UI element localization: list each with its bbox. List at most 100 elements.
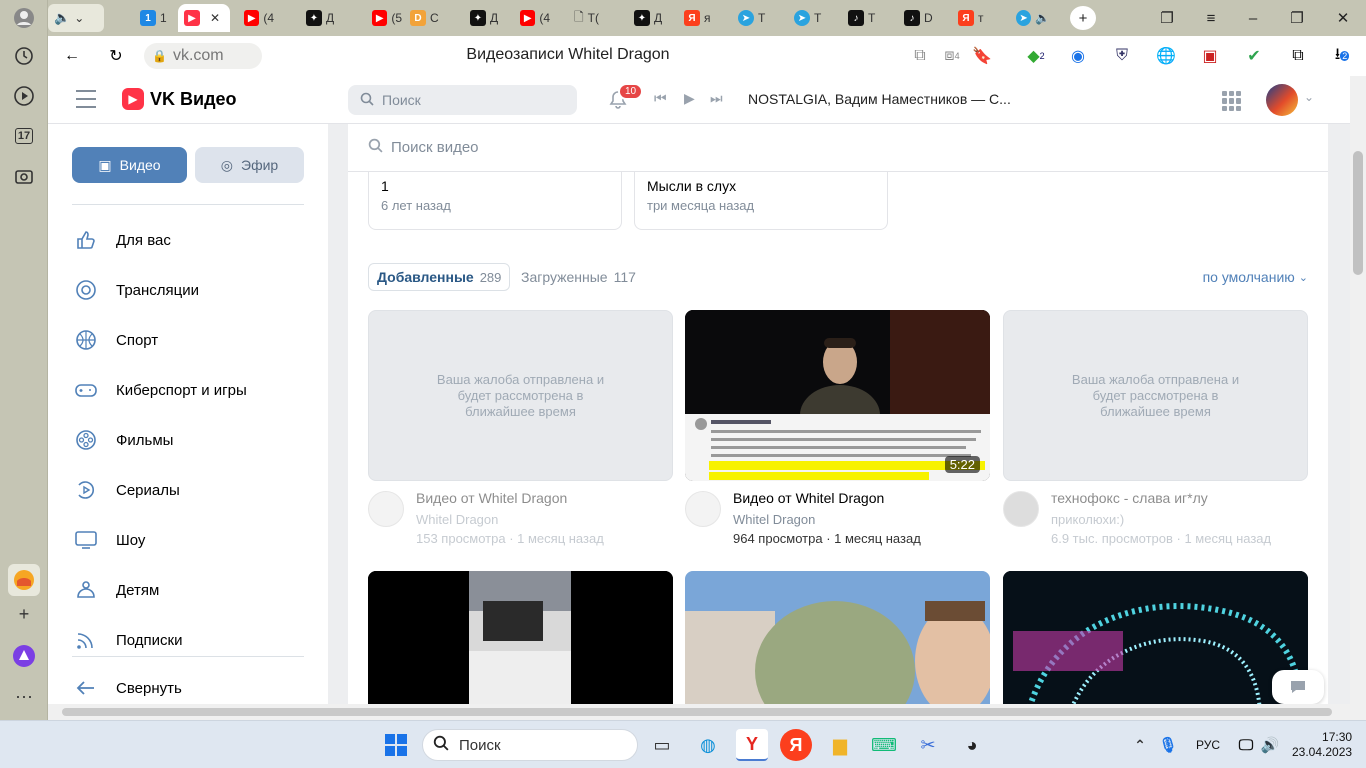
restore-button[interactable]: ❐: [1284, 6, 1310, 30]
translate-icon[interactable]: ⧉: [908, 44, 932, 68]
tab-manager-icon[interactable]: ❐: [1154, 6, 1180, 30]
screenshot-icon[interactable]: [8, 160, 40, 192]
close-tab-icon[interactable]: ✕: [210, 11, 220, 25]
yandex-browser-icon[interactable]: Y: [736, 729, 768, 761]
add-panel-icon[interactable]: +: [8, 598, 40, 630]
video-title[interactable]: Видео от Whitel Dragon: [733, 490, 884, 506]
tab-youtube-3[interactable]: ▶ (4: [514, 4, 550, 32]
alice-icon[interactable]: [8, 640, 40, 672]
video-thumbnail[interactable]: [685, 571, 990, 720]
calendar-icon[interactable]: 17: [8, 120, 40, 152]
previous-track-icon[interactable]: ⏮: [654, 90, 667, 107]
terminal-icon[interactable]: ⌨: [868, 729, 900, 761]
snipping-tool-icon[interactable]: ✂: [912, 729, 944, 761]
vertical-scrollbar[interactable]: [1350, 76, 1366, 720]
apps-grid-icon[interactable]: [1222, 91, 1242, 111]
video-thumbnail-blocked[interactable]: Ваша жалоба отправлена и будет рассмотре…: [1003, 310, 1308, 481]
horizontal-scrollbar[interactable]: [48, 704, 1350, 720]
more-icon[interactable]: ···: [8, 680, 40, 712]
playlist-card[interactable]: 1 6 лет назад: [368, 172, 622, 230]
nav-esports[interactable]: Киберспорт и игры: [72, 370, 304, 410]
video-history-icon[interactable]: [8, 80, 40, 112]
nav-show[interactable]: Шоу: [72, 520, 304, 560]
nav-broadcasts[interactable]: Трансляции: [72, 270, 304, 310]
tab-youtube-2[interactable]: ▶ (5: [366, 4, 402, 32]
extension-red-icon[interactable]: ▣: [1198, 44, 1222, 68]
tab-d-service[interactable]: DС: [404, 4, 440, 32]
taskbar-search[interactable]: Поиск: [422, 729, 638, 761]
video-card[interactable]: [1003, 571, 1308, 720]
extension-puzzle-icon[interactable]: ⧉: [1286, 44, 1310, 68]
nav-movies[interactable]: Фильмы: [72, 420, 304, 460]
play-icon[interactable]: ▶: [684, 90, 695, 107]
video-thumbnail[interactable]: 5:22: [685, 310, 990, 481]
back-icon[interactable]: ←: [60, 44, 84, 68]
video-thumbnail[interactable]: [1003, 571, 1308, 720]
file-explorer-icon[interactable]: ▆: [824, 729, 856, 761]
video-thumbnail-blocked[interactable]: Ваша жалоба отправлена и будет рассмотре…: [368, 310, 673, 481]
video-author[interactable]: приколюхи:): [1051, 512, 1124, 527]
reload-icon[interactable]: ↻: [104, 44, 128, 68]
nav-subscriptions[interactable]: Подписки: [72, 620, 304, 660]
microphone-icon[interactable]: 🎙: [1152, 729, 1184, 761]
minimize-button[interactable]: –: [1240, 6, 1266, 30]
downloads-icon[interactable]: ⭳ 2: [1330, 44, 1354, 68]
tab-tiktok-1[interactable]: ♪ Т: [842, 4, 878, 32]
tab-collections-icon[interactable]: ⧈ 4: [940, 44, 964, 68]
tab-uploaded[interactable]: Загруженные 117: [521, 263, 636, 291]
chevron-down-icon[interactable]: ⌄: [1304, 90, 1314, 104]
extension-green-icon[interactable]: ◆ 2: [1024, 44, 1048, 68]
menu-icon[interactable]: ≡: [1198, 6, 1224, 30]
tab-telegram-1[interactable]: ➤ Т: [732, 4, 768, 32]
hamburger-icon[interactable]: [76, 90, 96, 108]
language-indicator[interactable]: РУС: [1190, 729, 1226, 761]
nav-collapse[interactable]: Свернуть: [72, 668, 304, 708]
avatar[interactable]: [368, 491, 404, 527]
video-card[interactable]: Ваша жалоба отправлена и будет рассмотре…: [368, 310, 673, 546]
vk-video-logo[interactable]: ▶ VK Видео: [122, 88, 237, 110]
scrollbar-thumb[interactable]: [1353, 151, 1363, 275]
nav-for-you[interactable]: Для вас: [72, 220, 304, 260]
tab-yandex[interactable]: Яя: [678, 4, 714, 32]
nav-series[interactable]: Сериалы: [72, 470, 304, 510]
clock[interactable]: 17:30 23.04.2023: [1292, 730, 1352, 760]
tab-tiktok-2[interactable]: ♪ D: [898, 4, 934, 32]
mail-app-icon[interactable]: [8, 564, 40, 596]
close-window-button[interactable]: ✕: [1330, 6, 1356, 30]
tab-chatgpt-3[interactable]: ✦ Д: [628, 4, 664, 32]
scrollbar-thumb[interactable]: [62, 708, 1332, 716]
notifications-bell-icon[interactable]: 10: [604, 83, 644, 114]
video-card[interactable]: 5:22 Видео от Whitel Dragon Whitel Drago…: [685, 310, 990, 546]
globe-icon[interactable]: 🌐: [1154, 44, 1178, 68]
tab-added[interactable]: Добавленные 289: [368, 263, 511, 291]
yandex-icon[interactable]: Я: [780, 729, 812, 761]
video-author[interactable]: Whitel Dragon: [733, 512, 815, 527]
video-thumbnail[interactable]: [368, 571, 673, 720]
new-tab-button[interactable]: +: [1070, 6, 1096, 30]
tab-document[interactable]: 🗋 Т(: [568, 4, 604, 32]
tab-telegram-2[interactable]: ➤ Т: [788, 4, 824, 32]
live-button[interactable]: ◎ Эфир: [195, 147, 304, 183]
obs-icon[interactable]: ◕: [956, 729, 988, 761]
avatar[interactable]: [1003, 491, 1039, 527]
edge-icon[interactable]: ◍: [692, 729, 724, 761]
tab-yandex-2[interactable]: Ят: [952, 4, 988, 32]
tab-audio-group[interactable]: 🔈 ⌄: [48, 4, 104, 32]
header-search[interactable]: Поиск: [348, 85, 577, 115]
task-view-icon[interactable]: ▭: [646, 729, 678, 761]
video-card[interactable]: [685, 571, 990, 720]
now-playing-track[interactable]: NOSTALGIA, Вадим Наместников — С...: [748, 91, 1011, 107]
avatar[interactable]: [1266, 84, 1298, 116]
video-card[interactable]: [368, 571, 673, 720]
nav-kids[interactable]: Детям: [72, 570, 304, 610]
next-track-icon[interactable]: ⏭: [710, 90, 723, 107]
video-search-input[interactable]: Поиск видео: [348, 124, 1328, 172]
extension-blue-icon[interactable]: ◉: [1066, 44, 1090, 68]
shield-icon[interactable]: ✔: [1242, 44, 1266, 68]
avatar[interactable]: [685, 491, 721, 527]
video-author[interactable]: Whitel Dragon: [416, 512, 498, 527]
playlist-card[interactable]: Мысли в слух три месяца назад: [634, 172, 888, 230]
history-icon[interactable]: [8, 40, 40, 72]
volume-icon[interactable]: 🔊: [1254, 729, 1286, 761]
tab-1[interactable]: 11: [134, 4, 174, 32]
